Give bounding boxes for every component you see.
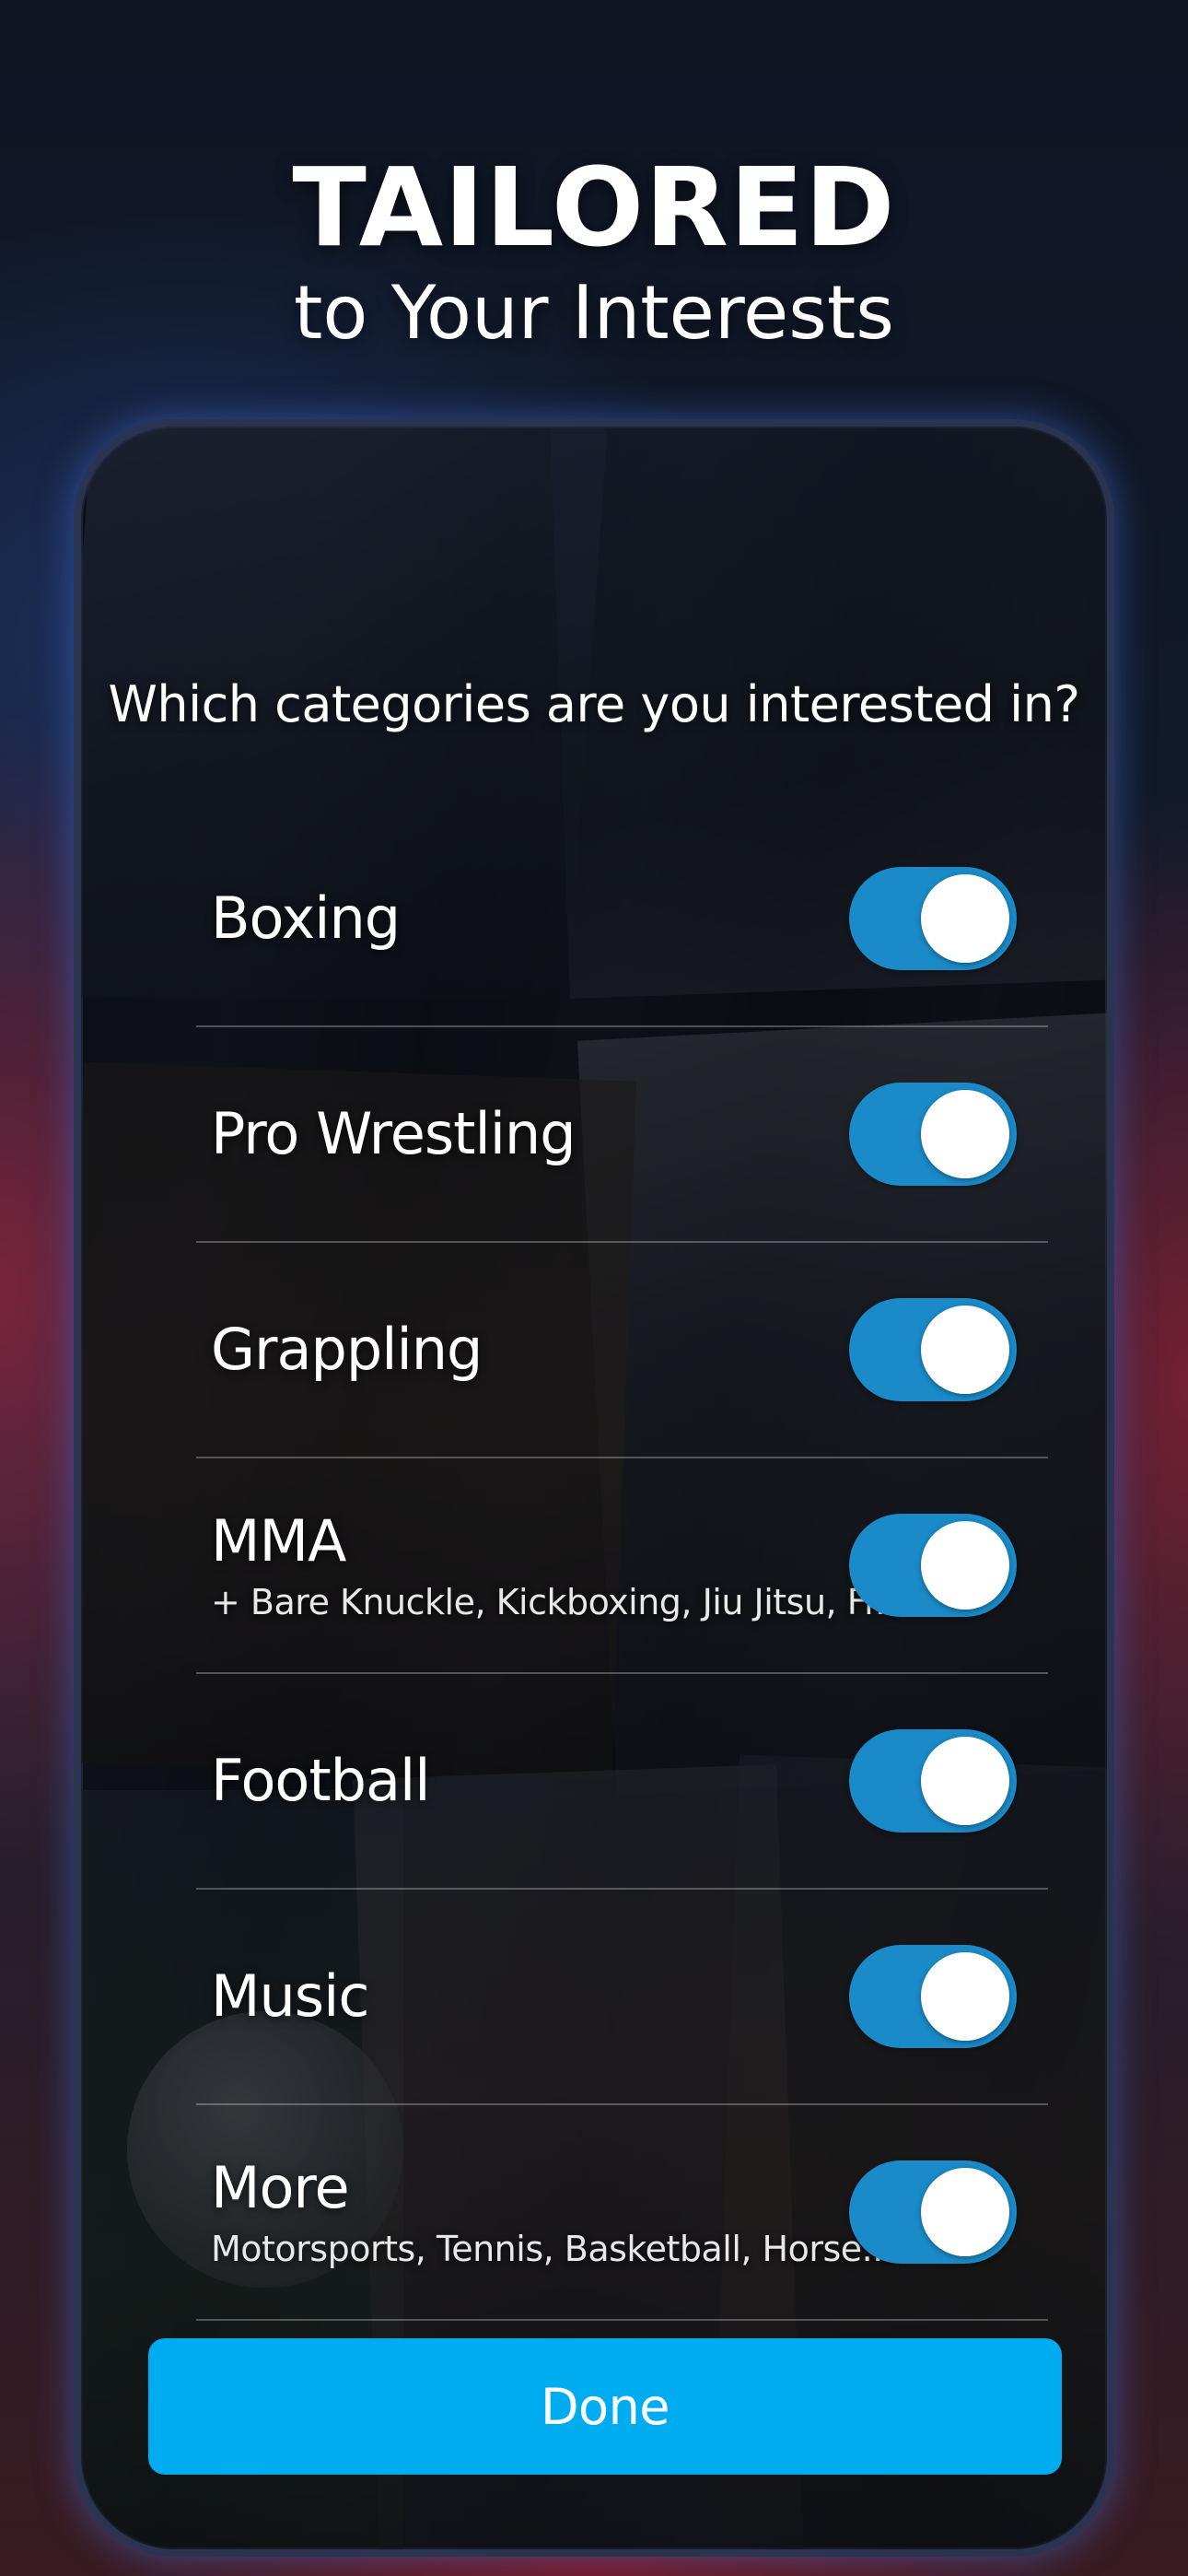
- toggle-knob: [921, 874, 1009, 963]
- category-title: More: [211, 2154, 350, 2221]
- category-subtitle: Motorsports, Tennis, Basketball, Horse..…: [211, 2229, 894, 2269]
- promo-headline: TAILORED to Your Interests: [0, 147, 1188, 359]
- category-label-group: Pro Wrestling: [211, 1027, 577, 1241]
- category-label-group: Music: [211, 1890, 369, 2103]
- toggle-knob: [921, 1737, 1009, 1825]
- category-row-pro-wrestling: Pro Wrestling: [196, 1027, 1048, 1243]
- category-label-group: Grappling: [211, 1243, 483, 1457]
- category-list: Boxing Pro Wrestling Grappling MMA + Bar…: [196, 812, 1048, 2321]
- category-label-group: Boxing: [211, 812, 401, 1025]
- category-row-more: More Motorsports, Tennis, Basketball, Ho…: [196, 2105, 1048, 2321]
- done-button[interactable]: Done: [148, 2338, 1062, 2475]
- phone-frame: Which categories are you interested in? …: [74, 419, 1114, 2557]
- category-row-boxing: Boxing: [196, 812, 1048, 1027]
- mma-toggle[interactable]: [849, 1514, 1017, 1617]
- category-title: Music: [211, 1962, 369, 2030]
- toggle-knob: [921, 1090, 1009, 1178]
- category-row-mma: MMA + Bare Knuckle, Kickboxing, Jiu Jits…: [196, 1458, 1048, 1674]
- category-title: MMA: [211, 1507, 346, 1575]
- category-title: Boxing: [211, 884, 401, 952]
- toggle-knob: [921, 1521, 1009, 1610]
- category-row-football: Football: [196, 1674, 1048, 1890]
- category-title: Football: [211, 1747, 430, 1814]
- category-title: Pro Wrestling: [211, 1100, 577, 1167]
- headline-title: TAILORED: [292, 144, 896, 271]
- boxing-toggle[interactable]: [849, 867, 1017, 970]
- toggle-knob: [921, 2168, 1009, 2256]
- category-row-grappling: Grappling: [196, 1243, 1048, 1458]
- question-heading: Which categories are you interested in?: [108, 675, 1080, 733]
- category-subtitle: + Bare Knuckle, Kickboxing, Jiu Jitsu, F…: [211, 1582, 907, 1622]
- music-toggle[interactable]: [849, 1945, 1017, 2048]
- category-title: Grappling: [211, 1316, 483, 1383]
- category-label-group: More Motorsports, Tennis, Basketball, Ho…: [211, 2105, 894, 2319]
- more-toggle[interactable]: [849, 2160, 1017, 2264]
- category-label-group: MMA + Bare Knuckle, Kickboxing, Jiu Jits…: [211, 1458, 907, 1672]
- grappling-toggle[interactable]: [849, 1298, 1017, 1401]
- football-toggle[interactable]: [849, 1729, 1017, 1832]
- pro-wrestling-toggle[interactable]: [849, 1083, 1017, 1186]
- category-label-group: Football: [211, 1674, 430, 1888]
- category-row-music: Music: [196, 1890, 1048, 2105]
- headline-subtitle: to Your Interests: [294, 270, 894, 356]
- toggle-knob: [921, 1952, 1009, 2041]
- toggle-knob: [921, 1306, 1009, 1394]
